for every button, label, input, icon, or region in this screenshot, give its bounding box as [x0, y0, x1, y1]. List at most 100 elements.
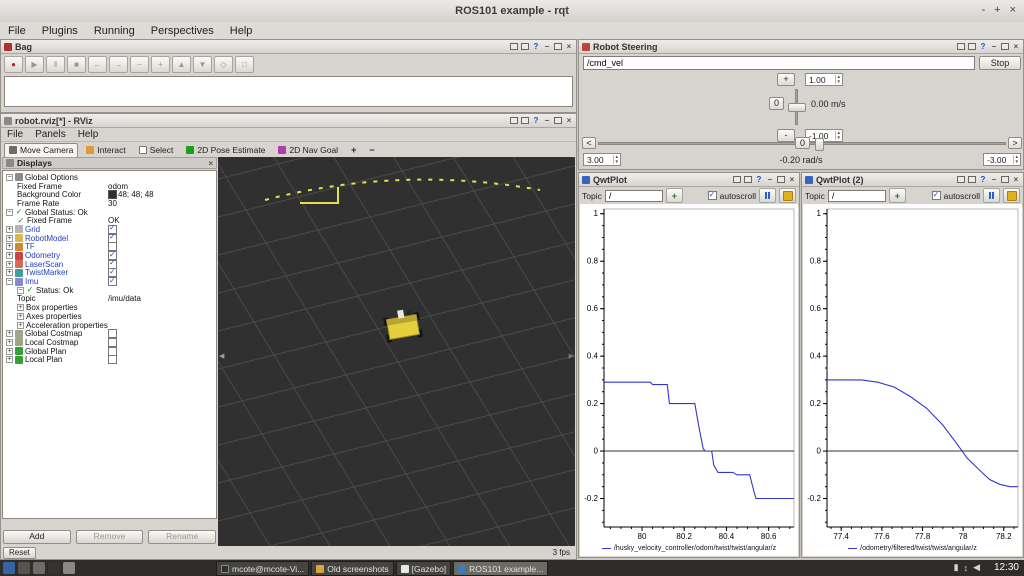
add-tool-button[interactable]: +	[346, 143, 361, 158]
seek-end-button[interactable]: →	[109, 56, 128, 73]
linear-min-spinbox[interactable]: -1.00 ▲▼	[805, 129, 843, 142]
expand-expander[interactable]: +	[6, 356, 13, 363]
display-checkbox[interactable]	[108, 234, 117, 243]
display-tree-row[interactable]: +Local Plan	[3, 355, 216, 364]
bag-panel-titlebar[interactable]: Bag ?−×	[1, 40, 576, 54]
plot1-titlebar[interactable]: QwtPlot ?−×	[579, 173, 799, 187]
angular-right-button[interactable]: >	[1008, 137, 1022, 149]
menu-item-running[interactable]: Running	[86, 24, 143, 38]
minimize-icon[interactable]: −	[543, 42, 551, 51]
network-arrows-icon[interactable]: ↕	[964, 563, 969, 573]
tool-select[interactable]: Select	[134, 143, 179, 158]
display-tree-row[interactable]: Topic/imu/data	[3, 295, 216, 304]
collapse-expander[interactable]: −	[6, 278, 13, 285]
bag-timeline[interactable]	[4, 76, 573, 107]
remove-tool-button[interactable]: −	[364, 143, 379, 158]
close-icon[interactable]: ×	[565, 116, 573, 125]
angular-slider-handle[interactable]	[815, 138, 824, 151]
dock-icon[interactable]	[521, 117, 529, 124]
taskbar-window-button[interactable]: ROS101 example...	[453, 561, 548, 576]
expand-expander[interactable]: +	[6, 235, 13, 242]
stop-button[interactable]: Stop	[979, 56, 1021, 70]
plot2-chart[interactable]: 10.80.60.40.20-0.277.477.677.87878.2	[803, 204, 1022, 541]
undock-icon[interactable]	[510, 117, 518, 124]
linear-plus-button[interactable]: +	[777, 73, 795, 86]
expand-expander[interactable]: +	[17, 313, 24, 320]
angular-min-spinbox[interactable]: -3.00 ▲▼	[983, 153, 1021, 166]
close-icon[interactable]: ×	[1012, 175, 1020, 184]
add-display-button[interactable]: Add	[3, 530, 71, 544]
add-topic-button[interactable]: +	[889, 188, 906, 203]
angular-left-button[interactable]: <	[582, 137, 596, 149]
angular-zero-button[interactable]: 0	[795, 137, 810, 149]
terminal-launcher-icon[interactable]	[48, 562, 60, 574]
tool-interact[interactable]: Interact	[81, 143, 130, 158]
zoom-out-button[interactable]: ▼	[193, 56, 212, 73]
zoom-in-button[interactable]: ▲	[172, 56, 191, 73]
expand-expander[interactable]: +	[6, 330, 13, 337]
display-tree-row[interactable]: +Global Plan	[3, 347, 216, 356]
display-checkbox[interactable]	[108, 277, 117, 286]
spin-arrows-icon[interactable]: ▲▼	[835, 131, 842, 140]
taskbar-window-button[interactable]: [Gazebo]	[396, 561, 452, 576]
reset-button[interactable]: Reset	[3, 547, 36, 559]
add-topic-button[interactable]: +	[666, 188, 683, 203]
tool-2d-pose-estimate[interactable]: 2D Pose Estimate	[181, 143, 270, 158]
help-icon[interactable]: ?	[532, 42, 540, 51]
display-tree-row[interactable]: −✓Global Status: Ok	[3, 208, 216, 217]
close-button[interactable]: ×	[1010, 4, 1016, 16]
close-icon[interactable]: ×	[1012, 42, 1020, 51]
display-checkbox[interactable]	[108, 347, 117, 356]
undock-icon[interactable]	[510, 43, 518, 50]
linear-minus-button[interactable]: -	[777, 129, 795, 142]
maximize-icon[interactable]	[777, 176, 785, 183]
menu-icon[interactable]	[3, 562, 15, 574]
autoscroll-checkbox[interactable]	[932, 191, 941, 200]
minimize-icon[interactable]: −	[766, 175, 774, 184]
close-icon[interactable]: ×	[565, 42, 573, 51]
linear-zero-button[interactable]: 0	[769, 97, 784, 110]
volume-icon[interactable]: ◀	[973, 562, 980, 573]
dock-icon[interactable]	[968, 176, 976, 183]
autoscroll-checkbox[interactable]	[708, 191, 717, 200]
help-icon[interactable]: ?	[979, 42, 987, 51]
dock-icon[interactable]	[968, 43, 976, 50]
expand-expander[interactable]: +	[6, 226, 13, 233]
menu-item-file[interactable]: File	[1, 129, 29, 140]
pause-plot-button[interactable]	[759, 188, 776, 203]
maximize-icon[interactable]	[554, 117, 562, 124]
save-button[interactable]: □	[235, 56, 254, 73]
cmd-vel-topic-input[interactable]	[583, 56, 975, 70]
display-tree-row[interactable]: +Box properties	[3, 303, 216, 312]
display-tree-row[interactable]: −Global Options	[3, 173, 216, 182]
display-tree-row[interactable]: −✓Status: Ok	[3, 286, 216, 295]
menu-item-help[interactable]: Help	[72, 129, 105, 140]
collapse-expander[interactable]: −	[6, 174, 13, 181]
close-icon[interactable]: ×	[788, 175, 796, 184]
plot-settings-button[interactable]	[1003, 188, 1020, 203]
zoom-fit-button[interactable]: ◇	[214, 56, 233, 73]
displays-close-icon[interactable]: ×	[208, 159, 213, 168]
linear-slider-handle[interactable]	[788, 103, 806, 112]
linear-max-spinbox[interactable]: 1.00 ▲▼	[805, 73, 843, 86]
collapse-expander[interactable]: −	[17, 287, 24, 294]
splitter-handle-right[interactable]: ▶	[569, 352, 574, 360]
maximize-button[interactable]: +	[994, 4, 1000, 16]
taskbar-window-button[interactable]: Old screenshots	[311, 561, 393, 576]
tool-move-camera[interactable]: Move Camera	[4, 143, 78, 158]
expand-expander[interactable]: +	[6, 261, 13, 268]
menu-item-perspectives[interactable]: Perspectives	[143, 24, 222, 38]
dock-icon[interactable]	[744, 176, 752, 183]
menu-item-panels[interactable]: Panels	[29, 129, 72, 140]
plot1-chart[interactable]: 10.80.60.40.20-0.28080.280.480.6	[580, 204, 798, 541]
expand-expander[interactable]: +	[17, 304, 24, 311]
display-tree-row[interactable]: +Acceleration properties	[3, 321, 216, 330]
screenshot-icon[interactable]	[63, 562, 75, 574]
help-icon[interactable]: ?	[532, 116, 540, 125]
expand-expander[interactable]: +	[6, 339, 13, 346]
minimize-button[interactable]: -	[981, 4, 985, 16]
tool-2d-nav-goal[interactable]: 2D Nav Goal	[273, 143, 343, 158]
expand-expander[interactable]: +	[6, 252, 13, 259]
expand-expander[interactable]: +	[6, 269, 13, 276]
stop-button[interactable]: ■	[67, 56, 86, 73]
